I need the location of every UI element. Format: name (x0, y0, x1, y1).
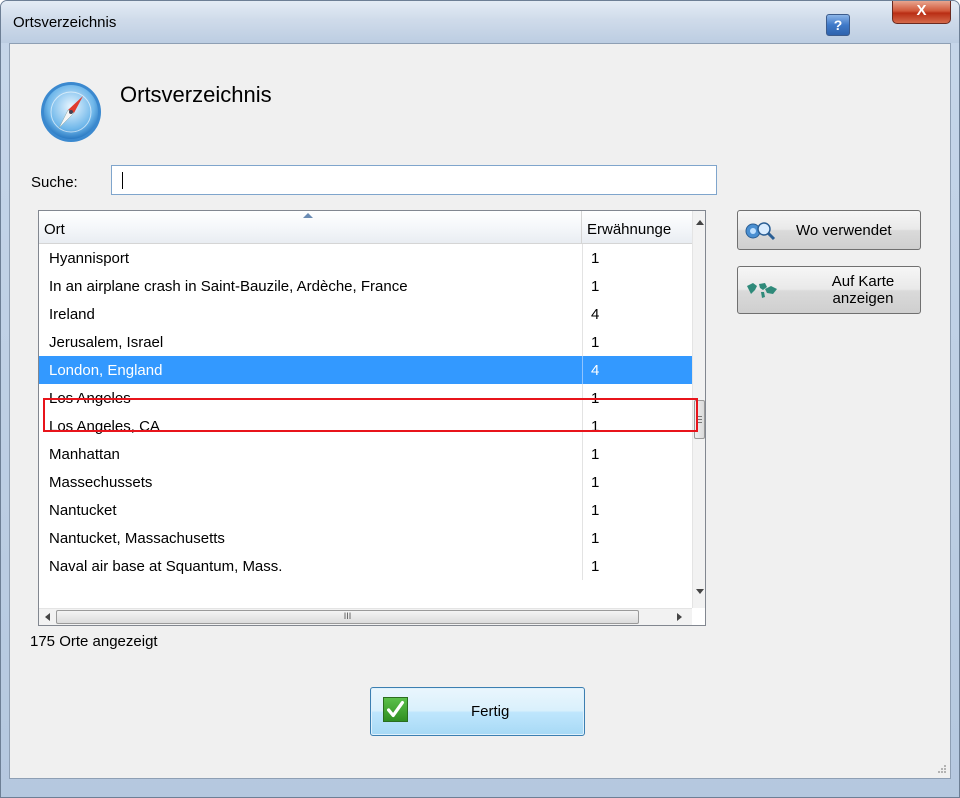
help-button[interactable]: ? (826, 14, 850, 36)
search-input[interactable] (111, 165, 717, 195)
grip-dot (944, 768, 946, 770)
cell-erwaehnungen: 1 (591, 250, 600, 267)
cell-ort: Jerusalem, Israel (49, 334, 164, 351)
compass-icon (41, 82, 101, 142)
cell-erwaehnungen: 1 (591, 502, 600, 519)
done-label: Fertig (471, 703, 510, 720)
text-caret (122, 172, 123, 189)
cell-erwaehnungen: 1 (591, 334, 600, 351)
horizontal-scroll-thumb[interactable]: III (56, 610, 639, 624)
cell-erwaehnungen: 1 (591, 446, 600, 463)
table-row[interactable]: Ireland 4 (39, 300, 692, 328)
cell-erwaehnungen: 4 (591, 362, 600, 379)
show-on-map-label-line2: anzeigen (832, 290, 894, 307)
table-row[interactable]: Manhattan 1 (39, 440, 692, 468)
column-header-ort-label: Ort (44, 221, 65, 238)
where-used-label: Wo verwendet (796, 222, 892, 239)
help-icon: ? (833, 17, 843, 33)
search-label: Suche: (31, 174, 78, 191)
scroll-right-icon[interactable] (677, 613, 682, 621)
selection-highlight-box (43, 398, 698, 432)
cell-erwaehnungen: 1 (591, 530, 600, 547)
grip-dot (941, 771, 943, 773)
list-header: Ort Erwähnunge (39, 211, 692, 244)
column-divider (582, 496, 583, 524)
scroll-down-icon[interactable] (696, 589, 704, 594)
cell-erwaehnungen: 4 (591, 306, 600, 323)
column-divider (582, 356, 583, 384)
scroll-left-icon[interactable] (45, 613, 50, 621)
column-header-ort[interactable]: Ort (39, 211, 582, 243)
title-bar[interactable]: Ortsverzeichnis ? X (1, 1, 959, 43)
grip-dot (944, 765, 946, 767)
show-on-map-label-line1: Auf Karte (831, 273, 895, 290)
table-row[interactable]: London, England 4 (39, 356, 692, 384)
close-icon: X (916, 2, 927, 19)
page-title: Ortsverzeichnis (120, 82, 272, 107)
column-divider (582, 244, 583, 272)
column-divider (582, 328, 583, 356)
cell-ort: Hyannisport (49, 250, 130, 267)
resize-grip[interactable] (935, 762, 947, 774)
scroll-up-icon[interactable] (696, 220, 704, 225)
cell-erwaehnungen: 1 (591, 278, 600, 295)
dialog-window: Ortsverzeichnis ? X Ortsverzeichnis Such… (0, 0, 960, 798)
dialog-content: Ortsverzeichnis Suche: Ort Erwähnunge Hy… (9, 43, 951, 779)
cell-ort: Massechussets (49, 474, 153, 491)
column-header-erwaehnungen-label: Erwähnunge (587, 221, 672, 238)
status-text: 175 Orte angezeigt (30, 633, 158, 650)
column-divider (582, 300, 583, 328)
grip-dot (938, 771, 940, 773)
column-divider (582, 468, 583, 496)
checkmark-icon (383, 697, 408, 722)
column-divider (582, 524, 583, 552)
column-divider (582, 440, 583, 468)
show-on-map-label: Auf Karte anzeigen (818, 273, 908, 307)
cell-ort: London, England (49, 362, 163, 379)
close-button[interactable]: X (892, 1, 951, 24)
grip-dot (944, 771, 946, 773)
cell-ort: Manhattan (49, 446, 120, 463)
column-divider (582, 552, 583, 580)
horizontal-grip: III (343, 611, 352, 621)
table-row[interactable]: Massechussets 1 (39, 468, 692, 496)
cell-ort: Ireland (49, 306, 95, 323)
table-row[interactable]: Nantucket, Massachusetts 1 (39, 524, 692, 552)
grip-dot (941, 768, 943, 770)
magnifier-icon (745, 222, 776, 241)
table-row[interactable]: Nantucket 1 (39, 496, 692, 524)
cell-ort: Naval air base at Squantum, Mass. (49, 558, 283, 575)
cell-ort: Nantucket, Massachusetts (49, 530, 225, 547)
column-header-erwaehnungen[interactable]: Erwähnunge (582, 211, 692, 243)
window-title: Ortsverzeichnis (13, 14, 117, 31)
horizontal-scrollbar[interactable]: III (39, 608, 692, 625)
sort-ascending-icon (303, 213, 313, 218)
cell-ort: In an airplane crash in Saint-Bauzile, A… (49, 278, 408, 295)
table-row[interactable]: Jerusalem, Israel 1 (39, 328, 692, 356)
cell-erwaehnungen: 1 (591, 558, 600, 575)
table-row[interactable]: In an airplane crash in Saint-Bauzile, A… (39, 272, 692, 300)
cell-ort: Nantucket (49, 502, 117, 519)
world-map-icon (747, 283, 777, 298)
table-row[interactable]: Hyannisport 1 (39, 244, 692, 272)
done-button[interactable]: Fertig (370, 687, 585, 736)
show-on-map-button[interactable]: Auf Karte anzeigen (737, 266, 921, 314)
cell-erwaehnungen: 1 (591, 474, 600, 491)
column-divider (582, 272, 583, 300)
table-row[interactable]: Naval air base at Squantum, Mass. 1 (39, 552, 692, 580)
where-used-button[interactable]: Wo verwendet (737, 210, 921, 250)
